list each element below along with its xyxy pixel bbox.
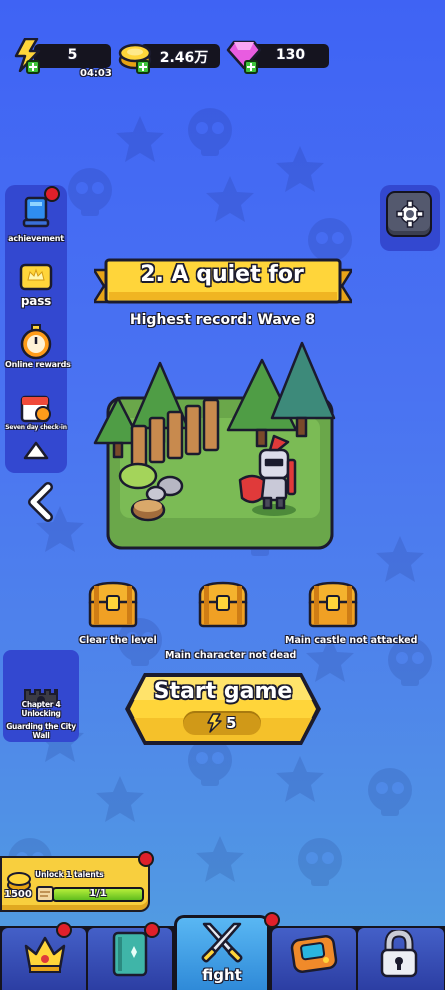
sidebar-item-label: Seven day check-in (5, 424, 67, 431)
notification-badge (144, 922, 160, 938)
objective-label: Main castle not attacked (285, 635, 418, 646)
objective-label: Clear the level (79, 635, 157, 646)
notification-badge (56, 922, 72, 938)
sidebar-item-label: achievement (8, 234, 64, 243)
sidebar-item-seven-day-checkin[interactable]: Seven day check-in (5, 392, 67, 431)
notification-badge (44, 186, 60, 202)
notification-badge (264, 912, 280, 928)
energy-timer: 04:03 (80, 68, 112, 79)
objective-label: Main character not dead (165, 650, 297, 661)
highest-record: Highest record: Wave 8 (129, 312, 316, 328)
game-console-icon (290, 935, 338, 973)
padlock-icon (380, 930, 418, 978)
sidebar-item-label: pass (20, 294, 52, 308)
energy-counter[interactable]: 5 (34, 44, 111, 68)
lightning-icon (207, 713, 222, 733)
talent-progress-text: 1/1 (89, 888, 107, 899)
gold-counter[interactable]: 2.46万 (140, 44, 220, 68)
gear-icon (396, 200, 424, 228)
level-map-island[interactable] (90, 338, 350, 563)
settings-button-face (386, 191, 432, 237)
gem-value: 130 (275, 47, 306, 63)
talent-coin-cost: 1500 (4, 889, 32, 900)
sidebar-item-online-rewards[interactable]: Online rewards (5, 324, 71, 369)
sidebar-item-achievement[interactable]: achievement (5, 194, 67, 243)
stopwatch-icon (20, 324, 52, 360)
treasure-chest-icon[interactable] (196, 580, 250, 630)
calendar-icon (20, 395, 51, 423)
chapter-unlock-card[interactable]: Chapter 4 Unlocking Guarding the City Wa… (3, 650, 79, 742)
crossed-swords-icon (201, 922, 243, 963)
add-energy-button[interactable] (26, 60, 40, 74)
talent-unlock-text: Unlock 1 talents (35, 870, 104, 879)
settings-button[interactable] (380, 185, 440, 251)
chevron-up-icon[interactable] (22, 440, 50, 462)
level-title: 2. A quiet for (140, 262, 304, 287)
add-gold-button[interactable] (136, 60, 150, 74)
pass-ticket-icon (19, 263, 53, 291)
chapter-unlock-title: Chapter 4 Unlocking (21, 700, 61, 718)
energy-cost: 5 (226, 714, 237, 732)
gem-counter[interactable]: 130 (252, 44, 329, 68)
energy-value: 5 (67, 47, 78, 63)
start-game-label: Start game (153, 679, 293, 704)
sidebar-item-pass[interactable]: pass (5, 262, 67, 308)
nav-tab-fight-label: fight (202, 966, 242, 984)
crown-icon (24, 936, 66, 973)
notification-badge (138, 851, 154, 867)
talent-progress-bar: 1/1 (52, 887, 144, 902)
add-gems-button[interactable] (244, 60, 258, 74)
chapter-unlock-subtitle: Guarding the City Wall (6, 722, 76, 740)
treasure-chest-icon[interactable] (306, 580, 360, 630)
chevron-left-icon[interactable] (24, 482, 56, 522)
spellbook-icon (112, 931, 148, 977)
sidebar-item-label: Online rewards (5, 360, 71, 369)
treasure-chest-icon[interactable] (86, 580, 140, 630)
gold-value: 2.46万 (159, 50, 209, 66)
